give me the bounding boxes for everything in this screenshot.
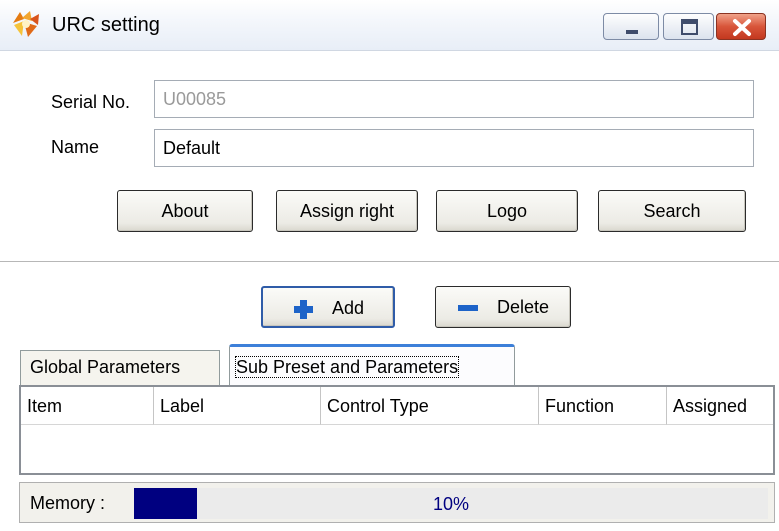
status-bar: Memory : 10%: [19, 482, 775, 523]
column-header-assigned[interactable]: Assigned: [667, 387, 773, 425]
urc-setting-window: URC setting Serial No. U00085 Name Defau…: [0, 0, 779, 531]
search-button[interactable]: Search: [598, 190, 746, 232]
tab-global-parameters[interactable]: Global Parameters: [20, 350, 220, 385]
memory-label: Memory :: [30, 493, 106, 513]
serial-number-label: Serial No.: [51, 92, 131, 112]
tab-sub-preset-and-parameters[interactable]: Sub Preset and Parameters: [229, 344, 515, 386]
title-bar[interactable]: URC setting: [0, 0, 779, 51]
plus-icon: [293, 300, 313, 320]
delete-button-label: Delete: [496, 297, 550, 317]
delete-button[interactable]: Delete: [435, 286, 571, 328]
maximize-button[interactable]: [663, 13, 714, 40]
name-label: Name: [51, 137, 100, 157]
maximize-icon: [681, 19, 698, 35]
about-button[interactable]: About: [117, 190, 253, 232]
name-field[interactable]: Default: [154, 129, 754, 167]
logo-button[interactable]: Logo: [436, 190, 578, 232]
app-logo-icon: [13, 11, 39, 37]
memory-percent-text: 10%: [432, 494, 470, 514]
minus-icon: [457, 305, 478, 312]
serial-number-field[interactable]: U00085: [154, 80, 754, 118]
tab-sub-preset-label: Sub Preset and Parameters: [234, 356, 460, 378]
add-button[interactable]: Add: [261, 286, 395, 328]
column-header-control-type[interactable]: Control Type: [321, 387, 539, 425]
add-button-label: Add: [331, 298, 365, 318]
column-header-function[interactable]: Function: [539, 387, 667, 425]
minimize-button[interactable]: [603, 13, 659, 40]
column-header-item[interactable]: Item: [21, 387, 154, 425]
tab-global-parameters-label: Global Parameters: [30, 357, 181, 377]
section-divider: [0, 261, 779, 262]
assign-right-button[interactable]: Assign right: [276, 190, 418, 232]
column-header-label[interactable]: Label: [154, 387, 321, 425]
memory-progress-bar: 10%: [134, 488, 768, 519]
close-button[interactable]: [716, 13, 766, 40]
sub-preset-list[interactable]: Item Label Control Type Function Assigne…: [19, 385, 775, 475]
window-title: URC setting: [52, 14, 160, 36]
close-icon: [733, 19, 751, 36]
minimize-icon: [626, 30, 638, 34]
